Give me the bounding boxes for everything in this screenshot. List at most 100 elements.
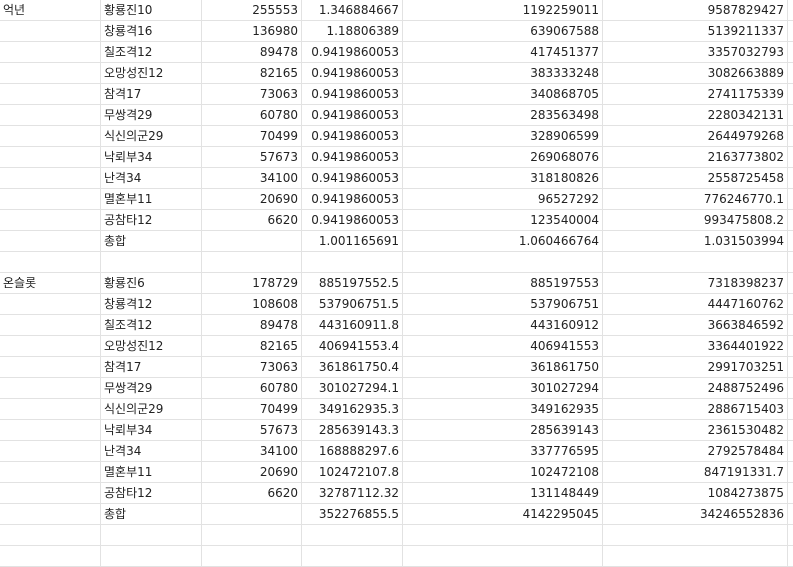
name-cell[interactable]: 멸혼부11 [101,189,202,209]
group-cell[interactable] [0,168,101,188]
value-d-cell[interactable]: 4447160762 [603,294,788,314]
name-cell[interactable]: 멸혼부11 [101,462,202,482]
value-b-cell[interactable]: 406941553.4 [302,336,403,356]
edge-cell[interactable] [788,231,793,251]
value-d-cell[interactable]: 2644979268 [603,126,788,146]
value-c-cell[interactable]: 340868705 [403,84,603,104]
edge-cell[interactable] [788,462,793,482]
edge-cell[interactable] [788,273,793,293]
value-d-cell[interactable]: 3082663889 [603,63,788,83]
value-b-cell[interactable]: 1.346884667 [302,0,403,20]
group-cell[interactable] [0,210,101,230]
value-d-cell[interactable]: 34246552836 [603,504,788,524]
edge-cell[interactable] [788,42,793,62]
edge-cell[interactable] [788,210,793,230]
value-b-cell[interactable]: 0.9419860053 [302,147,403,167]
value-b-cell[interactable]: 352276855.5 [302,504,403,524]
value-c-cell[interactable]: 1192259011 [403,0,603,20]
edge-cell[interactable] [788,21,793,41]
value-a-cell[interactable] [202,546,302,566]
value-d-cell[interactable]: 776246770.1 [603,189,788,209]
value-a-cell[interactable]: 73063 [202,357,302,377]
group-cell[interactable] [0,420,101,440]
group-cell[interactable] [0,336,101,356]
value-a-cell[interactable]: 70499 [202,126,302,146]
name-cell[interactable]: 공참타12 [101,483,202,503]
name-cell[interactable]: 총합 [101,504,202,524]
value-a-cell[interactable] [202,252,302,272]
value-c-cell[interactable]: 301027294 [403,378,603,398]
value-d-cell[interactable]: 1.031503994 [603,231,788,251]
name-cell[interactable]: 황룡진6 [101,273,202,293]
edge-cell[interactable] [788,189,793,209]
edge-cell[interactable] [788,105,793,125]
edge-cell[interactable] [788,252,793,272]
value-c-cell[interactable]: 285639143 [403,420,603,440]
group-cell[interactable] [0,546,101,566]
edge-cell[interactable] [788,0,793,20]
name-cell[interactable]: 낙뢰부34 [101,147,202,167]
value-a-cell[interactable]: 82165 [202,63,302,83]
value-b-cell[interactable]: 885197552.5 [302,273,403,293]
group-cell[interactable] [0,294,101,314]
name-cell[interactable]: 낙뢰부34 [101,420,202,440]
group-cell[interactable] [0,357,101,377]
value-c-cell[interactable]: 337776595 [403,441,603,461]
name-cell[interactable]: 무쌍격29 [101,378,202,398]
group-cell[interactable]: 억년 [0,0,101,20]
edge-cell[interactable] [788,420,793,440]
value-d-cell[interactable]: 2741175339 [603,84,788,104]
value-c-cell[interactable] [403,546,603,566]
name-cell[interactable] [101,546,202,566]
group-cell[interactable] [0,315,101,335]
edge-cell[interactable] [788,168,793,188]
edge-cell[interactable] [788,336,793,356]
name-cell[interactable]: 창룡격16 [101,21,202,41]
value-c-cell[interactable]: 283563498 [403,105,603,125]
value-a-cell[interactable]: 6620 [202,210,302,230]
group-cell[interactable] [0,399,101,419]
group-cell[interactable] [0,126,101,146]
group-cell[interactable] [0,483,101,503]
edge-cell[interactable] [788,315,793,335]
edge-cell[interactable] [788,483,793,503]
name-cell[interactable]: 칠조격12 [101,315,202,335]
name-cell[interactable] [101,252,202,272]
group-cell[interactable] [0,147,101,167]
value-b-cell[interactable]: 168888297.6 [302,441,403,461]
value-c-cell[interactable]: 328906599 [403,126,603,146]
value-b-cell[interactable]: 537906751.5 [302,294,403,314]
value-b-cell[interactable]: 0.9419860053 [302,105,403,125]
value-b-cell[interactable]: 1.001165691 [302,231,403,251]
edge-cell[interactable] [788,525,793,545]
name-cell[interactable]: 난격34 [101,168,202,188]
name-cell[interactable]: 총합 [101,231,202,251]
value-a-cell[interactable] [202,504,302,524]
value-b-cell[interactable]: 0.9419860053 [302,42,403,62]
value-b-cell[interactable]: 1.18806389 [302,21,403,41]
value-b-cell[interactable]: 349162935.3 [302,399,403,419]
value-a-cell[interactable]: 57673 [202,420,302,440]
group-cell[interactable] [0,378,101,398]
value-d-cell[interactable]: 7318398237 [603,273,788,293]
value-b-cell[interactable]: 443160911.8 [302,315,403,335]
value-a-cell[interactable]: 89478 [202,42,302,62]
value-a-cell[interactable]: 6620 [202,483,302,503]
value-d-cell[interactable]: 993475808.2 [603,210,788,230]
value-a-cell[interactable]: 60780 [202,105,302,125]
name-cell[interactable]: 공참타12 [101,210,202,230]
value-c-cell[interactable] [403,525,603,545]
value-c-cell[interactable]: 639067588 [403,21,603,41]
value-b-cell[interactable]: 0.9419860053 [302,84,403,104]
name-cell[interactable]: 식신의군29 [101,399,202,419]
group-cell[interactable]: 온슬롯 [0,273,101,293]
value-d-cell[interactable] [603,525,788,545]
group-cell[interactable] [0,189,101,209]
value-a-cell[interactable]: 255553 [202,0,302,20]
value-a-cell[interactable]: 108608 [202,294,302,314]
value-d-cell[interactable]: 2991703251 [603,357,788,377]
value-a-cell[interactable]: 73063 [202,84,302,104]
edge-cell[interactable] [788,399,793,419]
value-c-cell[interactable]: 537906751 [403,294,603,314]
value-d-cell[interactable]: 1084273875 [603,483,788,503]
